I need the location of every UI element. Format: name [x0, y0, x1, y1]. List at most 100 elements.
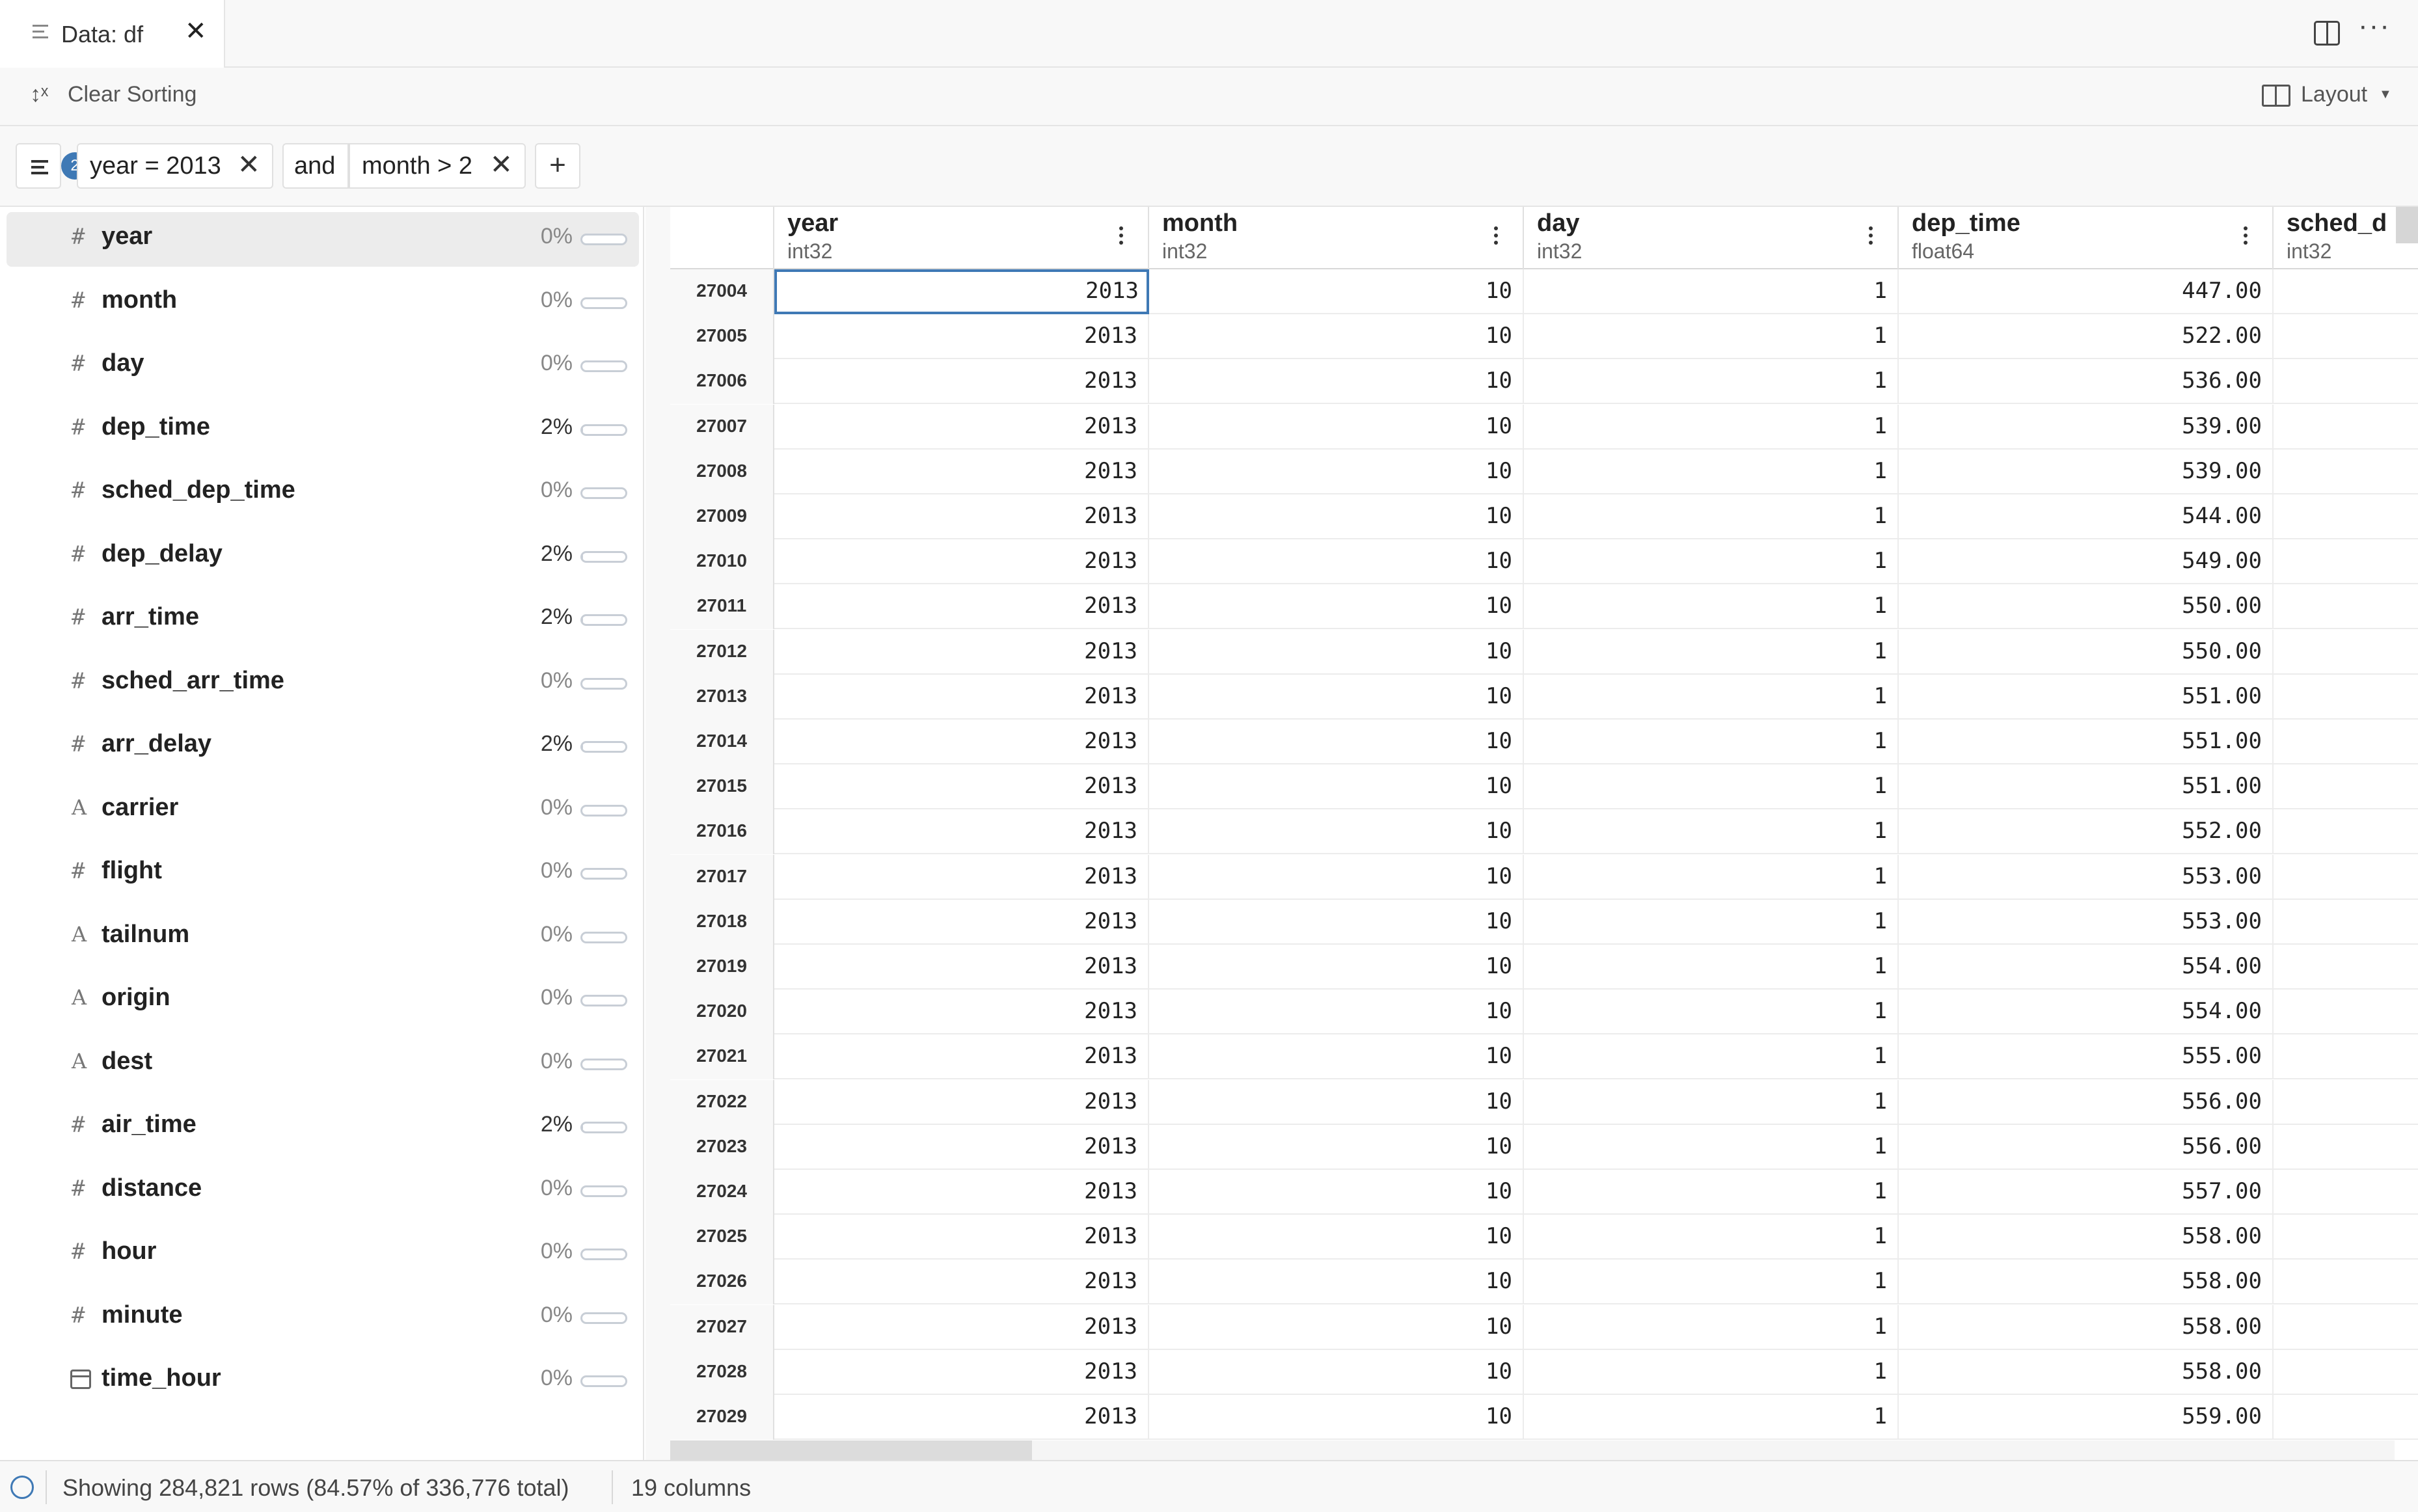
table-cell[interactable]: 1	[1524, 1170, 1899, 1215]
table-cell[interactable]: 2013	[774, 584, 1149, 629]
column-header-month[interactable]: month int32	[1149, 207, 1524, 269]
table-cell[interactable]	[2274, 269, 2418, 314]
row-index[interactable]: 27028	[670, 1350, 774, 1395]
table-cell[interactable]: 10	[1149, 675, 1524, 720]
table-cell[interactable]: 2013	[774, 855, 1149, 900]
table-cell[interactable]: 1	[1524, 1215, 1899, 1260]
table-cell[interactable]: 2013	[774, 764, 1149, 809]
table-cell[interactable]	[2274, 900, 2418, 945]
table-cell[interactable]: 553.00	[1899, 855, 2274, 900]
table-cell[interactable]: 1	[1524, 990, 1899, 1034]
layout-button[interactable]: Layout	[2301, 82, 2367, 107]
table-cell[interactable]: 1	[1524, 314, 1899, 359]
table-cell[interactable]: 1	[1524, 1125, 1899, 1170]
table-cell[interactable]: 10	[1149, 1395, 1524, 1440]
table-cell[interactable]: 1	[1524, 1034, 1899, 1079]
panel-splitter[interactable]	[645, 207, 670, 1460]
row-index[interactable]: 27014	[670, 720, 774, 764]
table-cell[interactable]: 1	[1524, 1260, 1899, 1304]
close-icon[interactable]: ✕	[490, 151, 513, 178]
table-cell[interactable]	[2274, 764, 2418, 809]
table-cell[interactable]: 10	[1149, 359, 1524, 404]
row-index[interactable]: 27016	[670, 809, 774, 854]
tab-data-df[interactable]: Data: df ✕	[0, 0, 225, 68]
column-item[interactable]: # air_time 2%	[7, 1100, 639, 1155]
table-cell[interactable]	[2274, 450, 2418, 494]
table-cell[interactable]: 1	[1524, 809, 1899, 854]
table-cell[interactable]: 551.00	[1899, 764, 2274, 809]
column-item[interactable]: # distance 0%	[7, 1164, 639, 1219]
table-cell[interactable]: 2013	[774, 675, 1149, 720]
column-menu-icon[interactable]	[1869, 226, 1873, 248]
row-index[interactable]: 27013	[670, 675, 774, 720]
column-item[interactable]: # arr_delay 2%	[7, 720, 639, 774]
table-cell[interactable]: 10	[1149, 269, 1524, 314]
column-item[interactable]: # flight 0%	[7, 846, 639, 901]
column-header-day[interactable]: day int32	[1524, 207, 1899, 269]
table-cell[interactable]: 1	[1524, 269, 1899, 314]
layout-icon[interactable]	[2262, 85, 2290, 107]
table-cell[interactable]: 2013	[774, 494, 1149, 539]
table-cell[interactable]: 2013	[774, 1080, 1149, 1125]
table-cell[interactable]	[2274, 720, 2418, 764]
table-cell[interactable]	[2274, 1215, 2418, 1260]
table-cell[interactable]: 10	[1149, 1034, 1524, 1079]
table-cell[interactable]: 10	[1149, 900, 1524, 945]
table-cell[interactable]: 551.00	[1899, 675, 2274, 720]
column-item[interactable]: # month 0%	[7, 276, 639, 331]
table-cell[interactable]: 2013	[774, 1260, 1149, 1304]
table-cell[interactable]: 447.00	[1899, 269, 2274, 314]
table-cell[interactable]: 2013	[774, 539, 1149, 584]
row-index[interactable]: 27005	[670, 314, 774, 359]
table-cell[interactable]: 544.00	[1899, 494, 2274, 539]
table-cell[interactable]: 550.00	[1899, 630, 2274, 675]
table-cell[interactable]: 2013	[774, 720, 1149, 764]
table-cell[interactable]: 10	[1149, 584, 1524, 629]
table-cell[interactable]: 2013	[774, 990, 1149, 1034]
table-cell[interactable]: 1	[1524, 1395, 1899, 1440]
table-cell[interactable]	[2274, 584, 2418, 629]
table-cell[interactable]: 2013	[774, 359, 1149, 404]
table-cell[interactable]: 10	[1149, 945, 1524, 990]
column-item[interactable]: # hour 0%	[7, 1227, 639, 1282]
vertical-scrollbar-thumb[interactable]	[2396, 207, 2418, 243]
table-cell[interactable]: 2013	[774, 1395, 1149, 1440]
column-menu-icon[interactable]	[1119, 226, 1123, 248]
table-cell[interactable]: 10	[1149, 314, 1524, 359]
table-cell[interactable]: 556.00	[1899, 1080, 2274, 1125]
table-cell[interactable]: 2013	[774, 1350, 1149, 1395]
table-cell[interactable]: 1	[1524, 539, 1899, 584]
table-cell[interactable]: 1	[1524, 1350, 1899, 1395]
table-cell[interactable]	[2274, 1305, 2418, 1350]
table-cell[interactable]	[2274, 1080, 2418, 1125]
row-index[interactable]: 27019	[670, 945, 774, 990]
column-menu-icon[interactable]	[2244, 226, 2248, 248]
table-cell[interactable]: 1	[1524, 359, 1899, 404]
horizontal-scrollbar-thumb[interactable]	[670, 1440, 1032, 1460]
table-cell[interactable]: 2013	[774, 450, 1149, 494]
table-cell[interactable]: 10	[1149, 1125, 1524, 1170]
table-cell[interactable]: 1	[1524, 494, 1899, 539]
table-cell[interactable]: 558.00	[1899, 1215, 2274, 1260]
table-cell[interactable]: 558.00	[1899, 1305, 2274, 1350]
table-cell[interactable]: 2013	[774, 1305, 1149, 1350]
table-cell[interactable]	[2274, 1125, 2418, 1170]
row-index[interactable]: 27007	[670, 405, 774, 450]
row-index[interactable]: 27026	[670, 1260, 774, 1304]
clear-sorting-icon[interactable]: ↕ˣ	[30, 82, 48, 107]
column-header-year[interactable]: year int32	[774, 207, 1149, 269]
table-cell[interactable]: 559.00	[1899, 1395, 2274, 1440]
table-cell[interactable]: 1	[1524, 1305, 1899, 1350]
table-cell[interactable]	[2274, 1260, 2418, 1304]
table-cell[interactable]: 10	[1149, 809, 1524, 854]
table-cell[interactable]: 10	[1149, 1350, 1524, 1395]
column-item[interactable]: Atailnum 0%	[7, 910, 639, 965]
table-cell[interactable]: 10	[1149, 1080, 1524, 1125]
table-cell[interactable]: 1	[1524, 630, 1899, 675]
table-cell[interactable]: 557.00	[1899, 1170, 2274, 1215]
table-cell[interactable]	[2274, 809, 2418, 854]
column-item[interactable]: # sched_dep_time 0%	[7, 466, 639, 520]
table-cell[interactable]: 10	[1149, 539, 1524, 584]
column-menu-icon[interactable]	[1494, 226, 1498, 248]
table-cell[interactable]	[2274, 945, 2418, 990]
